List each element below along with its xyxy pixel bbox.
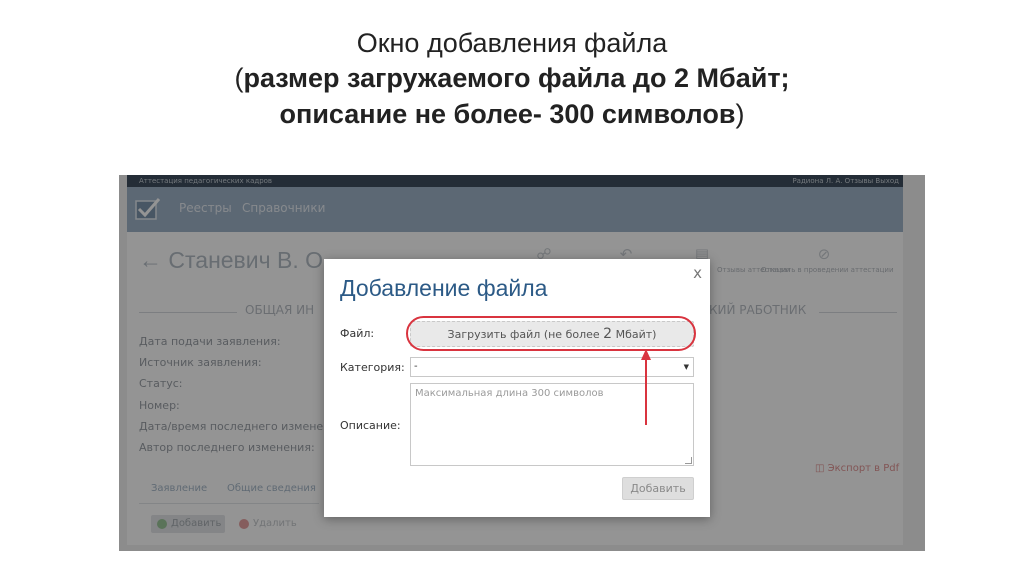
slide-title: Окно добавления файла (размер загружаемо… [0,26,1024,132]
title-bold-2: описание не более- 300 символов [279,99,736,129]
slide-title-line2: (размер загружаемого файла до 2 Мбайт; [0,60,1024,96]
paren-close: ) [735,99,745,129]
annotation-arrow-icon [641,349,651,425]
slide-title-line3: описание не более- 300 символов) [0,96,1024,132]
title-bold-1: размер загружаемого файла до 2 Мбайт; [243,63,790,93]
slide-title-line1: Окно добавления файла [356,28,668,58]
app-screenshot: Аттестация педагогических кадров Радиона… [119,175,925,551]
add-file-dialog: x Добавление файла Файл: Загрузить файл … [324,259,710,517]
